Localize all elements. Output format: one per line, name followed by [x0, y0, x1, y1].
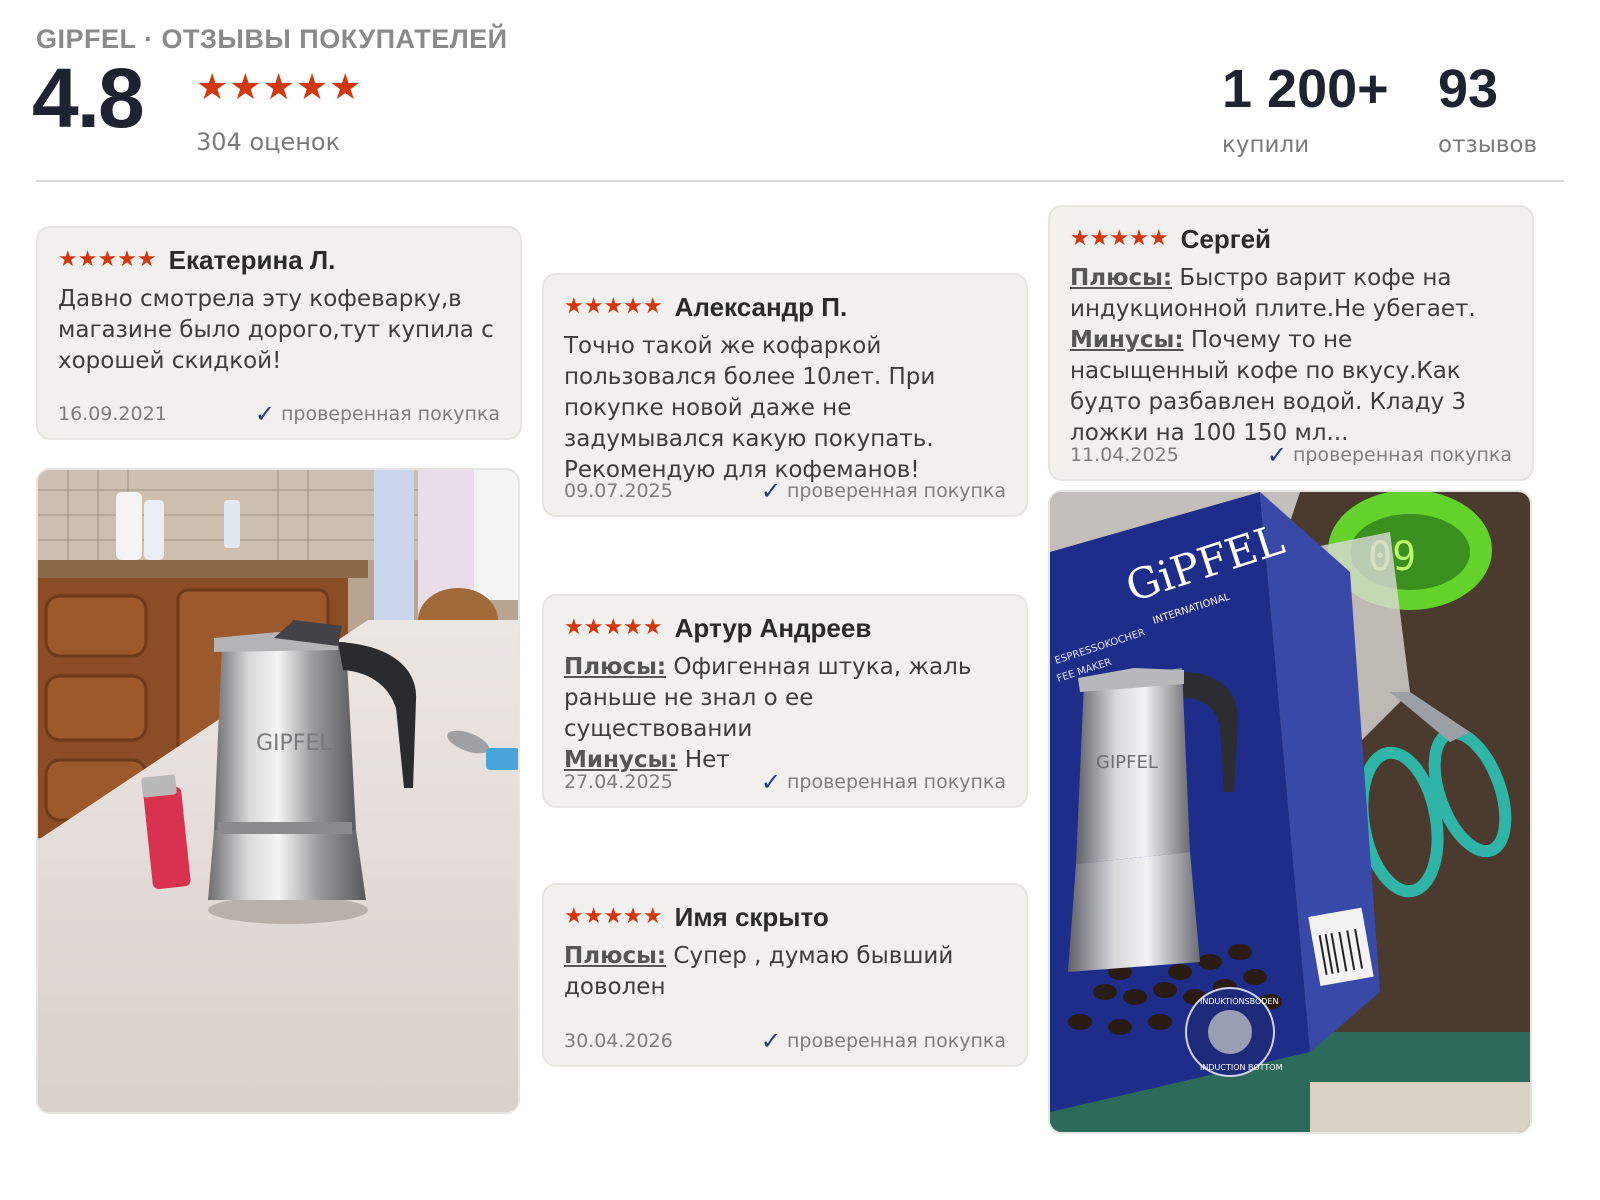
- verified-label: проверенная покупка: [280, 403, 500, 425]
- pros-label: Плюсы:: [564, 654, 667, 680]
- review-date: 11.04.2025: [1070, 444, 1179, 466]
- review-text: Точно такой же кофаркой пользовался боле…: [564, 333, 936, 483]
- verified-label: проверенная покупка: [1292, 444, 1512, 466]
- box-induction-text-2: INDUCTION BOTTOM: [1200, 1063, 1283, 1072]
- review-photo-coffee-maker[interactable]: GIPFEL: [36, 468, 520, 1114]
- stat-bought-value: 1 200+: [1222, 59, 1389, 119]
- pot-logo-text: GIPFEL: [256, 731, 332, 756]
- cons-label: Минусы:: [1070, 327, 1184, 353]
- stat-reviews-value: 93: [1438, 59, 1499, 119]
- coffee-maker-photo: GIPFEL: [38, 470, 518, 1112]
- verified-badge: ✓ проверенная покупка: [1267, 443, 1512, 467]
- review-card[interactable]: ★★★★★ Артур Андреев Плюсы: Офигенная шту…: [542, 594, 1028, 808]
- review-card[interactable]: ★★★★★ Александр П. Точно такой же кофарк…: [542, 273, 1028, 517]
- review-author: Имя скрыто: [674, 901, 829, 932]
- review-date: 27.04.2025: [564, 771, 673, 793]
- review-card[interactable]: ★★★★★ Сергей Плюсы: Быстро варит кофе на…: [1048, 205, 1534, 481]
- verified-label: проверенная покупка: [786, 771, 1006, 793]
- review-text: Плюсы: Быстро варит кофе на индукционной…: [1070, 263, 1512, 449]
- box-induction-text: INDUKTIONSBODEN: [1200, 997, 1278, 1006]
- review-text: Давно смотрела эту кофеварку,в магазине …: [58, 286, 494, 374]
- pros-label: Плюсы:: [564, 943, 667, 969]
- review-author: Александр П.: [674, 291, 848, 322]
- stat-bought: 1 200+ купили: [1222, 62, 1389, 158]
- review-stars-icon: ★★★★★: [564, 615, 663, 640]
- review-author: Артур Андреев: [674, 612, 872, 643]
- verified-badge: ✓ проверенная покупка: [761, 479, 1006, 503]
- checkmark-icon: ✓: [760, 1027, 781, 1055]
- review-stars-icon: ★★★★★: [58, 247, 157, 272]
- review-date: 09.07.2025: [564, 480, 673, 502]
- review-date: 16.09.2021: [58, 403, 167, 425]
- checkmark-icon: ✓: [760, 768, 781, 796]
- stat-reviews: 93 отзывов: [1438, 62, 1537, 158]
- stat-bought-label: купили: [1222, 132, 1310, 158]
- ratings-count: 304 оценок: [196, 128, 341, 156]
- review-text: Плюсы: Офигенная штука, жаль раньше не з…: [564, 652, 1006, 776]
- checkmark-icon: ✓: [760, 477, 781, 505]
- review-stars-icon: ★★★★★: [1070, 226, 1169, 251]
- review-author: Сергей: [1180, 223, 1272, 254]
- checkmark-icon: ✓: [254, 400, 275, 428]
- review-author: Екатерина Л.: [168, 244, 336, 275]
- pros-label: Плюсы:: [1070, 265, 1173, 291]
- review-card[interactable]: ★★★★★ Екатерина Л. Давно смотрела эту ко…: [36, 226, 522, 440]
- review-date: 30.04.2026: [564, 1030, 673, 1052]
- review-stars-icon: ★★★★★: [564, 904, 663, 929]
- verified-badge: ✓ проверенная покупка: [255, 402, 500, 426]
- checkmark-icon: ✓: [1266, 441, 1287, 469]
- review-stars-icon: ★★★★★: [564, 294, 663, 319]
- verified-badge: ✓ проверенная покупка: [761, 770, 1006, 794]
- average-rating: 4.8: [32, 51, 145, 145]
- stat-reviews-label: отзывов: [1438, 132, 1538, 158]
- verified-label: проверенная покупка: [786, 1030, 1006, 1052]
- verified-label: проверенная покупка: [786, 480, 1006, 502]
- review-card[interactable]: ★★★★★ Имя скрыто Плюсы: Супер , думаю бы…: [542, 883, 1028, 1067]
- review-text: Плюсы: Супер , думаю бывший доволен: [564, 941, 1006, 1003]
- rating-stars-icon: ★★★★★: [196, 67, 363, 108]
- header-divider: [36, 180, 1564, 182]
- product-box-photo: 09 GIPFEL GiPFEL INTERNATIONAL ESPRESSOK…: [1050, 492, 1530, 1132]
- box-pot-logo-text: GIPFEL: [1096, 752, 1158, 773]
- verified-badge: ✓ проверенная покупка: [761, 1029, 1006, 1053]
- review-photo-product-box[interactable]: 09 GIPFEL GiPFEL INTERNATIONAL ESPRESSOK…: [1048, 490, 1532, 1134]
